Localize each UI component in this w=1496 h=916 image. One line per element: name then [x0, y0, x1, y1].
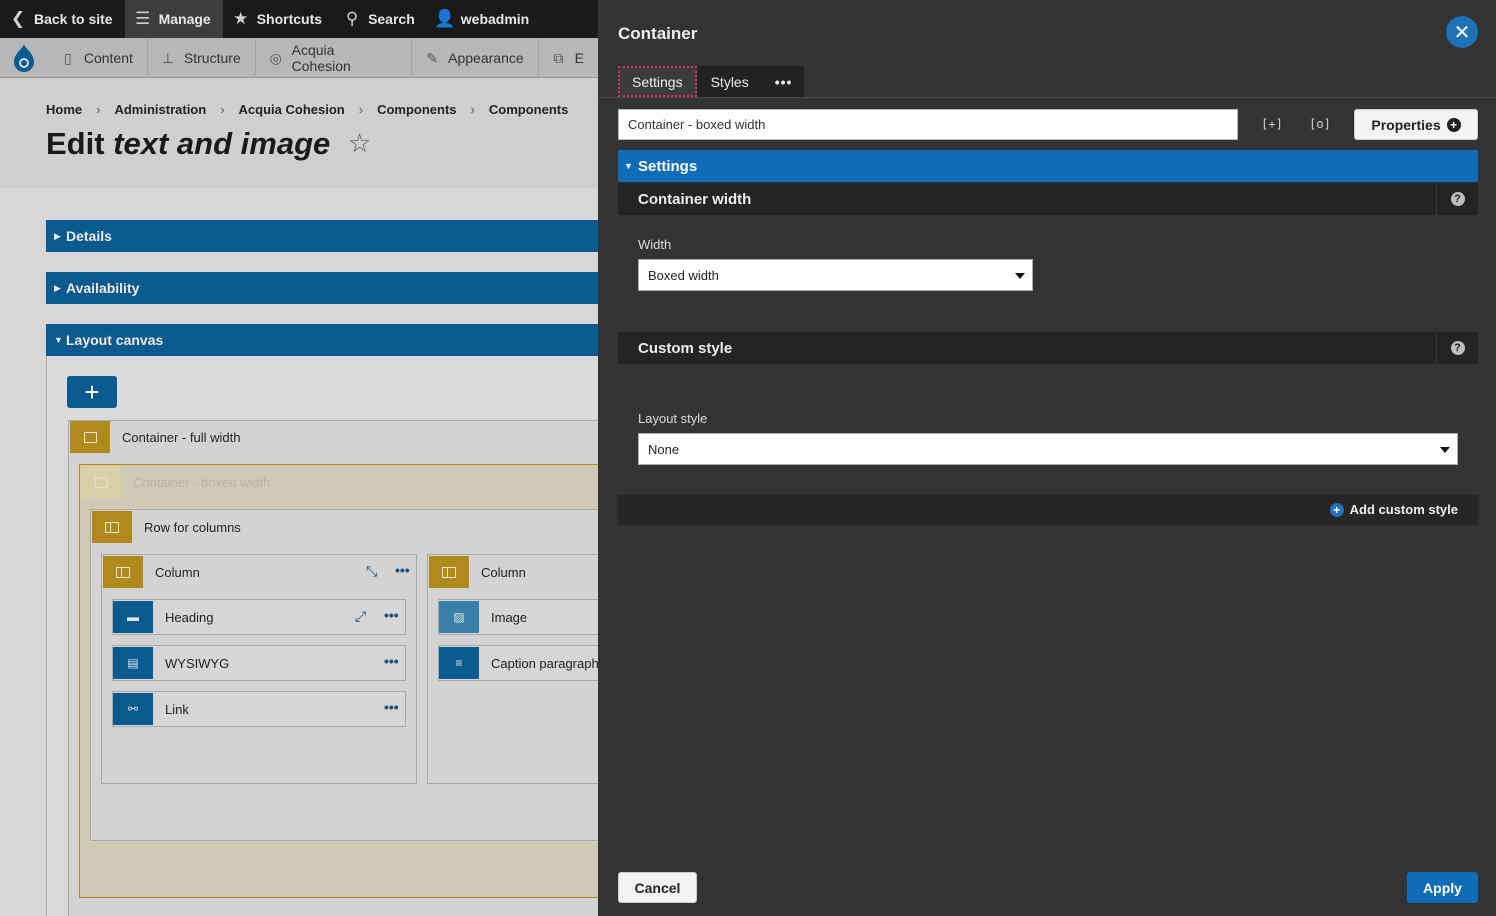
- properties-button[interactable]: Properties +: [1354, 109, 1478, 140]
- background-page: ❮ Back to site ☰ Manage ★ Shortcuts ⚲ Se…: [0, 0, 598, 916]
- more-options-icon[interactable]: •••: [395, 562, 410, 578]
- row-icon: [92, 511, 132, 543]
- shortcuts-tab[interactable]: ★ Shortcuts: [223, 0, 334, 38]
- heading-icon: ▬: [113, 601, 153, 633]
- back-to-site-link[interactable]: ❮ Back to site: [0, 0, 125, 38]
- column-icon: [103, 556, 143, 588]
- user-icon: 👤: [434, 9, 456, 28]
- collapse-icon[interactable]: ⤡: [366, 563, 377, 580]
- layout-style-label: Layout style: [638, 411, 708, 426]
- add-custom-style-button[interactable]: + Add custom style: [1329, 502, 1458, 517]
- triangle-down-icon: ▼: [54, 335, 63, 345]
- expand-icon[interactable]: ⤢: [355, 608, 366, 625]
- plus-circle-icon: +: [1329, 502, 1344, 517]
- back-arrow-icon: ❮: [10, 9, 26, 28]
- breadcrumb-item[interactable]: Home: [46, 102, 82, 117]
- search-fields-icon[interactable]: [o]: [1309, 114, 1331, 134]
- breadcrumb-item[interactable]: Components: [489, 102, 568, 117]
- wysiwyg-component[interactable]: ▤ WYSIWYG: [112, 645, 406, 681]
- container-icon: [70, 421, 110, 453]
- availability-accordion[interactable]: ▶ Availability: [46, 272, 598, 304]
- tray-content[interactable]: ▯ Content: [48, 38, 148, 78]
- container-full-width-header: Container - full width: [70, 421, 241, 453]
- structure-icon: ⊥: [161, 49, 174, 66]
- tab-settings[interactable]: Settings: [618, 66, 697, 97]
- drupal-logo-icon[interactable]: [0, 38, 48, 78]
- search-tab[interactable]: ⚲ Search: [334, 0, 427, 38]
- apply-button[interactable]: Apply: [1407, 872, 1478, 903]
- tray-structure[interactable]: ⊥ Structure: [148, 38, 256, 78]
- layout-canvas-accordion[interactable]: ▼ Layout canvas: [46, 324, 598, 356]
- tab-more-options-icon[interactable]: •••: [763, 66, 805, 97]
- image-component[interactable]: ▨ Image: [438, 599, 598, 635]
- admin-toolbar: ❮ Back to site ☰ Manage ★ Shortcuts ⚲ Se…: [0, 0, 598, 38]
- width-select[interactable]: Boxed width: [638, 259, 1033, 291]
- manage-tab[interactable]: ☰ Manage: [124, 0, 223, 38]
- tray-appearance[interactable]: ✎ Appearance: [412, 38, 539, 78]
- add-component-button[interactable]: +: [67, 376, 117, 408]
- star-icon: ★: [233, 9, 249, 28]
- container-settings-modal: Container ✕ Settings Styles ••• Containe…: [598, 0, 1496, 916]
- breadcrumb-item[interactable]: Acquia Cohesion: [239, 102, 345, 117]
- link-icon: ⚯: [113, 693, 153, 725]
- details-accordion[interactable]: ▶ Details: [46, 220, 598, 252]
- dropdown-caret-icon: [1015, 273, 1025, 279]
- triangle-down-icon: ▼: [624, 161, 633, 171]
- help-button[interactable]: ?: [1436, 183, 1478, 215]
- tray-extend[interactable]: ⧉ E: [539, 38, 598, 78]
- cancel-button[interactable]: Cancel: [618, 872, 697, 903]
- column-2-header: Column: [429, 556, 526, 588]
- width-label: Width: [638, 237, 672, 252]
- paragraph-icon: ≡: [439, 647, 479, 679]
- close-button[interactable]: ✕: [1446, 16, 1478, 48]
- image-icon: ▨: [439, 601, 479, 633]
- component-title-input[interactable]: Container - boxed width: [618, 109, 1238, 140]
- custom-style-body: [618, 364, 1478, 495]
- triangle-right-icon: ▶: [54, 230, 61, 241]
- expand-fields-icon[interactable]: [+]: [1261, 114, 1283, 134]
- document-icon: ▯: [63, 49, 72, 66]
- more-options-icon[interactable]: •••: [384, 607, 399, 623]
- caption-paragraph-component[interactable]: ≡ Caption paragraph: [438, 645, 598, 681]
- search-icon: ⚲: [345, 9, 359, 28]
- tab-styles[interactable]: Styles: [697, 66, 763, 97]
- admin-tray: ▯ Content ⊥ Structure ◎ Acquia Cohesion …: [0, 38, 598, 78]
- brush-icon: ✎: [426, 49, 438, 66]
- question-icon: ?: [1450, 192, 1465, 206]
- more-options-icon[interactable]: •••: [384, 653, 399, 669]
- page-header: Home › Administration › Acquia Cohesion › C…: [0, 78, 598, 188]
- tray-acquia-cohesion[interactable]: ◎ Acquia Cohesion: [256, 38, 413, 78]
- modal-tabs: Settings Styles •••: [618, 66, 805, 97]
- column-icon: [429, 556, 469, 588]
- modal-title: Container: [618, 24, 698, 43]
- link-component[interactable]: ⚯ Link: [112, 691, 406, 727]
- tab-divider: [598, 97, 1496, 98]
- favorite-star-icon[interactable]: ☆: [348, 128, 371, 159]
- row-header: Row for columns: [92, 511, 241, 543]
- user-tab[interactable]: 👤 webadmin: [427, 0, 541, 38]
- help-button[interactable]: ?: [1436, 332, 1478, 364]
- layout-style-select[interactable]: None: [638, 433, 1458, 465]
- plus-circle-icon: +: [1446, 117, 1461, 132]
- wysiwyg-icon: ▤: [113, 647, 153, 679]
- dropdown-caret-icon: [1440, 447, 1450, 453]
- container-width-header: Container width ?: [618, 183, 1478, 215]
- cohesion-icon: ◎: [269, 49, 282, 66]
- puzzle-icon: ⧉: [553, 49, 564, 66]
- breadcrumb-item[interactable]: Administration: [114, 102, 206, 117]
- container-icon: [81, 466, 121, 498]
- menu-icon: ☰: [134, 9, 151, 28]
- add-custom-style-bar: + Add custom style: [618, 495, 1478, 525]
- more-options-icon[interactable]: •••: [384, 699, 399, 715]
- close-icon: ✕: [1453, 21, 1471, 44]
- settings-section-header[interactable]: ▼ Settings: [618, 150, 1478, 182]
- triangle-right-icon: ▶: [54, 282, 61, 293]
- question-icon: ?: [1450, 341, 1465, 355]
- breadcrumb-item[interactable]: Components: [377, 102, 456, 117]
- page-title: Edit text and image: [46, 126, 331, 161]
- column-1-header: Column: [103, 556, 200, 588]
- breadcrumb: Home › Administration › Acquia Cohesion › C…: [46, 102, 569, 117]
- custom-style-header: Custom style ?: [618, 332, 1478, 364]
- container-boxed-width-header: Container - boxed width: [81, 466, 270, 498]
